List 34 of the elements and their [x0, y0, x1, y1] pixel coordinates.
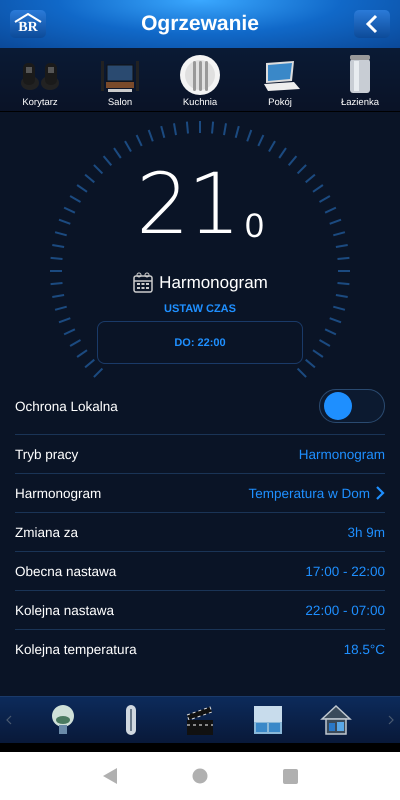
setting-label: Kolejna nastawa	[15, 602, 114, 618]
back-button[interactable]	[354, 10, 390, 38]
setting-value: Harmonogram	[298, 446, 385, 462]
setting-value: 18.5°C	[344, 642, 385, 656]
room-tab[interactable]: Kuchnia	[165, 53, 235, 108]
setting-value: 3h 9m	[347, 524, 385, 540]
back-icon	[365, 14, 379, 34]
setting-value: 17:00 - 22:00	[305, 564, 385, 578]
setting-label: Obecna nastawa	[15, 564, 116, 578]
room-tab[interactable]: Łazienka	[325, 53, 395, 108]
setting-label: Ochrona Lokalna	[15, 398, 118, 414]
setting-label: Kolejna temperatura	[15, 642, 137, 656]
roof-icon	[13, 13, 43, 23]
setting-label: Tryb pracy	[15, 446, 78, 462]
screen-title: Ogrzewanie	[141, 12, 259, 36]
setting-link[interactable]: Temperatura w Dom	[248, 485, 385, 501]
plate-cutlery-icon	[178, 53, 222, 95]
set-time-label: USTAW CZAS	[164, 303, 236, 315]
window-blind-icon[interactable]	[252, 703, 284, 737]
room-tab[interactable]: Salon	[85, 53, 155, 108]
calendar-icon	[132, 272, 154, 294]
chevron-right-icon	[375, 485, 385, 501]
setting-value: 22:00 - 07:00	[305, 602, 385, 618]
house-icon[interactable]	[320, 703, 352, 737]
setting-label: Harmonogram	[15, 486, 102, 500]
mode-label: Harmonogram	[159, 273, 268, 293]
toggle-switch[interactable]	[319, 389, 385, 423]
home-logo-button[interactable]: BR	[10, 10, 46, 38]
room-tab[interactable]: Pokój	[245, 53, 315, 108]
setting-label: Zmiana za	[15, 524, 78, 540]
until-time-button[interactable]: DO: 22:00	[97, 321, 303, 364]
room-tab[interactable]: Korytarz	[5, 53, 75, 108]
temperature-decimal: 0	[244, 208, 264, 244]
temperature-value: 21	[136, 164, 239, 244]
